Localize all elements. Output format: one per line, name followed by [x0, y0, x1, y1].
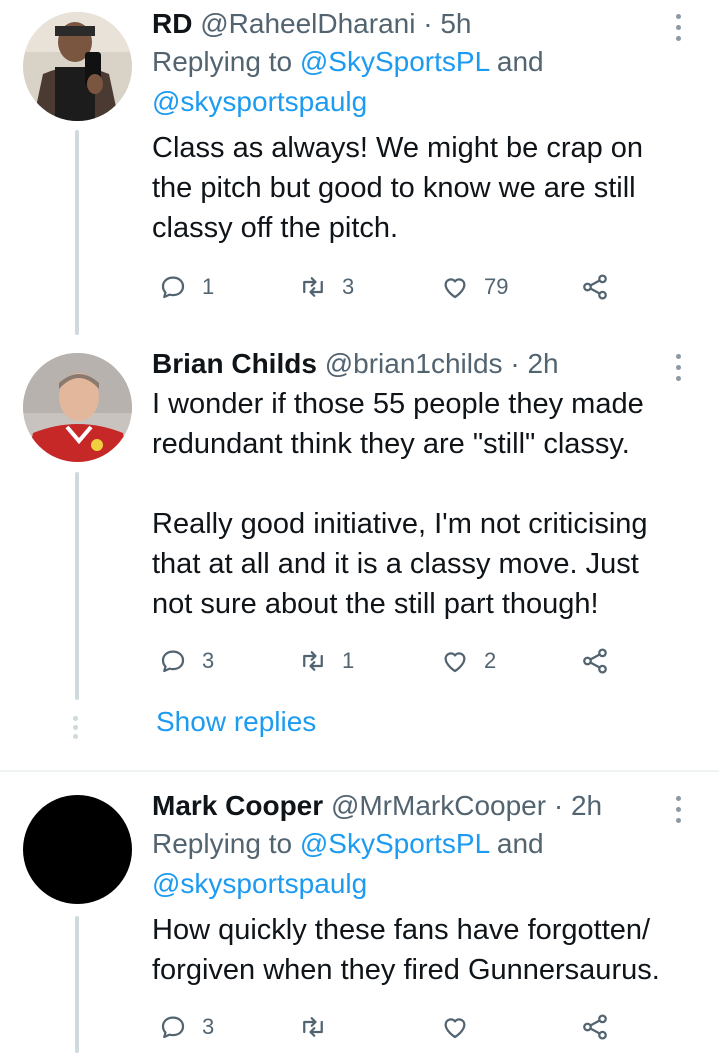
separator-dot: ·	[502, 348, 528, 379]
share-icon	[583, 1014, 607, 1040]
timestamp[interactable]: 5h	[440, 8, 471, 39]
tweet-text: Class as always! We might be crap on the…	[152, 132, 644, 244]
heart-icon	[444, 652, 466, 673]
tweet-header: RD @RaheelDharani · 5h	[152, 6, 679, 42]
reply-icon	[161, 650, 185, 673]
tweet-raheel[interactable]: RD @RaheelDharani · 5h Replying to @SkyS…	[0, 0, 719, 335]
display-name[interactable]: RD	[152, 8, 192, 39]
tweet-actions: 3	[0, 1012, 719, 1052]
like-count: 2	[484, 648, 497, 673]
share-icon	[583, 274, 607, 300]
mention-skysportspaulg[interactable]: @skysportspaulg	[152, 86, 367, 117]
reply-button[interactable]: 3	[158, 1012, 214, 1042]
user-handle[interactable]: @MrMarkCooper	[331, 790, 546, 821]
display-name[interactable]: Mark Cooper	[152, 790, 323, 821]
tweet-brian[interactable]: Brian Childs @brian1childs · 2h I wonder…	[0, 340, 719, 700]
more-options-icon[interactable]	[673, 354, 683, 386]
share-icon	[583, 648, 607, 674]
replying-to-label: Replying to	[152, 46, 300, 77]
reply-count: 1	[202, 274, 215, 299]
retweet-count: 1	[342, 648, 355, 673]
replying-to: Replying to @SkySportsPL and @skysportsp…	[152, 42, 679, 122]
retweet-button[interactable]	[298, 1012, 342, 1042]
mention-skysportspaulg[interactable]: @skysportspaulg	[152, 868, 367, 899]
like-button[interactable]: 79	[440, 272, 508, 302]
tweet-text: How quickly these fans have forgotten/ f…	[152, 914, 660, 986]
mention-skysportspl[interactable]: @SkySportsPL	[300, 828, 489, 859]
retweet-button[interactable]: 3	[298, 272, 354, 302]
avatar-brian[interactable]	[23, 353, 132, 462]
tweet-header: Mark Cooper @MrMarkCooper · 2h	[152, 788, 679, 824]
tweet-mark[interactable]: Mark Cooper @MrMarkCooper · 2h Replying …	[0, 782, 719, 1053]
retweet-count: 3	[342, 274, 355, 299]
replying-and: and	[489, 46, 544, 77]
user-handle[interactable]: @brian1childs	[325, 348, 503, 379]
show-replies-link[interactable]: Show replies	[156, 706, 316, 738]
share-button[interactable]	[580, 646, 610, 676]
reply-count: 3	[202, 648, 215, 673]
retweet-icon	[303, 277, 323, 297]
thread-continuation-dots	[73, 716, 81, 743]
reply-button[interactable]: 3	[158, 646, 214, 676]
reply-count: 3	[202, 1014, 215, 1039]
avatar-mark[interactable]	[23, 795, 132, 904]
like-button[interactable]: 2	[440, 646, 496, 676]
retweet-icon	[303, 651, 323, 671]
share-button[interactable]	[580, 272, 610, 302]
separator-dot: ·	[546, 790, 571, 821]
share-button[interactable]	[580, 1012, 610, 1042]
display-name[interactable]: Brian Childs	[152, 348, 317, 379]
tweet-header: Brian Childs @brian1childs · 2h	[152, 346, 679, 382]
timestamp[interactable]: 2h	[571, 790, 602, 821]
replying-and: and	[489, 828, 544, 859]
more-options-icon[interactable]	[673, 796, 683, 828]
replying-to: Replying to @SkySportsPL and @skysportsp…	[152, 824, 679, 904]
tweet-text: I wonder if those 55 people they made re…	[152, 388, 648, 620]
retweet-icon	[303, 1017, 323, 1037]
tweet-actions: 3 1 2	[0, 646, 719, 686]
reply-icon	[161, 1016, 185, 1039]
heart-icon	[444, 278, 466, 299]
mention-skysportspl[interactable]: @SkySportsPL	[300, 46, 489, 77]
avatar-raheel[interactable]	[23, 12, 132, 121]
like-count: 79	[484, 274, 509, 299]
reply-button[interactable]: 1	[158, 272, 214, 302]
reply-icon	[161, 276, 185, 299]
user-handle[interactable]: @RaheelDharani	[200, 8, 415, 39]
replying-to-label: Replying to	[152, 828, 300, 859]
tweet-actions: 1 3 79	[0, 272, 719, 312]
more-options-icon[interactable]	[673, 14, 683, 46]
separator-dot: ·	[415, 8, 441, 39]
divider	[0, 770, 719, 772]
like-button[interactable]	[440, 1012, 484, 1042]
timestamp[interactable]: 2h	[527, 348, 558, 379]
heart-icon	[444, 1018, 466, 1039]
retweet-button[interactable]: 1	[298, 646, 354, 676]
